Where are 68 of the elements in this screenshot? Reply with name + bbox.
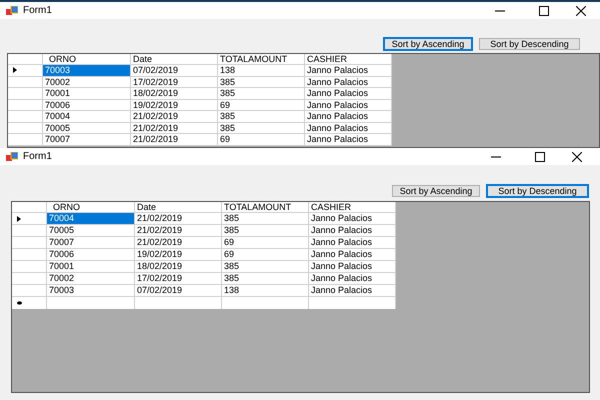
table-cell[interactable]: 18/02/2019 xyxy=(131,88,218,100)
table-cell[interactable]: Janno Palacios xyxy=(305,111,392,122)
sort-button[interactable]: Sort by Descending xyxy=(479,38,580,50)
sort-button[interactable]: Sort by Ascending xyxy=(384,38,472,50)
table-cell[interactable]: 385 xyxy=(218,111,305,122)
table-cell[interactable]: 70003 xyxy=(43,65,131,76)
table-cell[interactable]: 70007 xyxy=(43,134,131,146)
table-cell[interactable]: 21/02/2019 xyxy=(131,111,218,122)
table-cell[interactable]: 70006 xyxy=(47,249,135,261)
table-cell[interactable]: 69 xyxy=(222,237,309,249)
sort-button[interactable]: Sort by Descending xyxy=(487,185,588,197)
window-title: Form1 xyxy=(23,150,52,164)
table-cell[interactable]: 17/02/2019 xyxy=(131,76,218,88)
table-cell[interactable]: 70005 xyxy=(47,225,135,237)
table-cell[interactable]: 07/02/2019 xyxy=(135,285,222,297)
table-cell[interactable]: 385 xyxy=(222,225,309,237)
table-cell[interactable]: 385 xyxy=(222,261,309,273)
table-cell[interactable]: Janno Palacios xyxy=(305,100,392,111)
table-cell[interactable]: 70003 xyxy=(47,285,135,297)
table-cell[interactable]: Janno Palacios xyxy=(309,237,396,249)
table-cell[interactable]: 70002 xyxy=(43,76,131,88)
table-cell[interactable]: 138 xyxy=(218,65,305,76)
table-cell[interactable]: Janno Palacios xyxy=(305,88,392,100)
table-cell[interactable]: 21/02/2019 xyxy=(135,225,222,237)
window-title: Form1 xyxy=(23,4,52,18)
close-icon[interactable] xyxy=(572,152,582,162)
maximize-icon[interactable] xyxy=(539,6,549,16)
table-cell[interactable]: 18/02/2019 xyxy=(135,261,222,273)
table-cell[interactable]: 385 xyxy=(222,213,309,225)
table-cell[interactable]: Janno Palacios xyxy=(309,225,396,237)
app-icon xyxy=(6,152,18,162)
table-cell[interactable]: 07/02/2019 xyxy=(131,65,218,76)
table-cell[interactable]: Janno Palacios xyxy=(309,249,396,261)
sort-button[interactable]: Sort by Ascending xyxy=(392,185,480,197)
maximize-icon[interactable] xyxy=(535,152,545,162)
table-cell[interactable]: Janno Palacios xyxy=(305,76,392,88)
table-cell[interactable]: Janno Palacios xyxy=(305,134,392,146)
close-icon[interactable] xyxy=(576,6,586,16)
table-cell[interactable]: Janno Palacios xyxy=(309,273,396,285)
table-cell[interactable]: 70001 xyxy=(43,88,131,100)
table-cell[interactable]: 21/02/2019 xyxy=(135,237,222,249)
table-cell[interactable]: 17/02/2019 xyxy=(135,273,222,285)
table-cell[interactable]: 138 xyxy=(222,285,309,297)
table-cell[interactable]: 385 xyxy=(218,88,305,100)
table-cell[interactable]: 70004 xyxy=(47,213,135,225)
table-cell[interactable]: 69 xyxy=(222,249,309,261)
table-cell[interactable]: 70005 xyxy=(43,122,131,134)
table-cell[interactable]: 70006 xyxy=(43,100,131,111)
table-cell[interactable]: 385 xyxy=(218,122,305,134)
app-icon xyxy=(6,6,18,16)
table-cell[interactable]: 385 xyxy=(218,76,305,88)
table-cell[interactable]: 21/02/2019 xyxy=(131,134,218,146)
table-cell[interactable]: 385 xyxy=(222,273,309,285)
table-cell[interactable]: 21/02/2019 xyxy=(135,213,222,225)
table-cell[interactable]: 19/02/2019 xyxy=(131,100,218,111)
table-cell[interactable]: Janno Palacios xyxy=(309,285,396,297)
table-cell[interactable]: Janno Palacios xyxy=(305,65,392,76)
table-cell[interactable]: Janno Palacios xyxy=(309,261,396,273)
table-cell[interactable]: 70002 xyxy=(47,273,135,285)
table-cell[interactable]: Janno Palacios xyxy=(305,122,392,134)
table-cell[interactable]: 70004 xyxy=(43,111,131,122)
table-cell[interactable]: 70007 xyxy=(47,237,135,249)
table-cell[interactable]: 19/02/2019 xyxy=(135,249,222,261)
table-cell[interactable]: Janno Palacios xyxy=(309,213,396,225)
table-cell[interactable]: 21/02/2019 xyxy=(131,122,218,134)
table-cell[interactable]: 69 xyxy=(218,100,305,111)
table-cell[interactable]: 70001 xyxy=(47,261,135,273)
table-cell[interactable]: 69 xyxy=(218,134,305,146)
